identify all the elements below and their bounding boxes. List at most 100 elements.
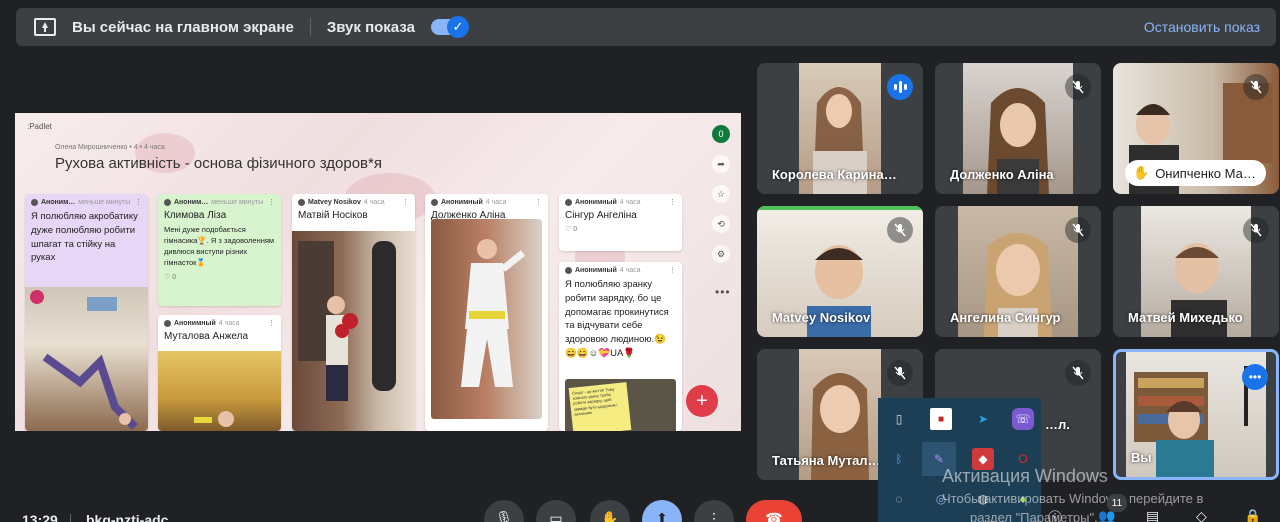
more-options-button[interactable]: ⋮ xyxy=(694,500,734,522)
sync-icon[interactable]: ◌ xyxy=(888,488,910,510)
like-count-badge[interactable]: 0 xyxy=(712,125,730,143)
leave-call-button[interactable]: ☎ xyxy=(746,500,802,522)
check-icon: ✓ xyxy=(446,16,469,38)
post-author: Аноним… xyxy=(174,198,209,206)
end-call-icon: ☎ xyxy=(765,510,783,522)
meeting-clock: 13:29 xyxy=(22,512,58,522)
padlet-post[interactable]: Анонимный 4 часа ⋮ Долженко Аліна xyxy=(425,194,548,431)
participant-name: Вы xyxy=(1131,450,1152,465)
heart-icon: ♡ xyxy=(565,226,572,233)
post-time: 4 часа xyxy=(218,319,240,327)
mic-off-icon xyxy=(887,217,913,243)
raise-hand-button[interactable]: ✋ xyxy=(590,500,630,522)
raised-hand-badge: ✋ Онипченко Ма… xyxy=(1125,160,1266,186)
participant-name: Matvey Nosikov xyxy=(772,310,871,325)
post-menu-icon[interactable]: ⋮ xyxy=(669,198,676,206)
participant-tile[interactable]: Долженко Аліна xyxy=(935,63,1101,194)
post-title: Муталова Анжела xyxy=(164,331,249,342)
banner-divider xyxy=(309,18,311,36)
avatar xyxy=(164,198,171,206)
mic-off-icon xyxy=(1243,217,1269,243)
participant-name: Королева Карина… xyxy=(772,167,897,182)
participant-tile[interactable]: Matvey Nosikov xyxy=(757,206,923,337)
padlet-post[interactable]: Аноним… меньше минуты ⋮ Я полюбляю акробат… xyxy=(25,194,148,431)
mic-off-icon xyxy=(887,360,913,386)
padlet-post[interactable]: Анонимный 4 часа ⋮ Сінгур Ангеліна ♡ 0 xyxy=(559,194,682,251)
avatar xyxy=(298,198,305,206)
post-menu-icon[interactable]: ⋮ xyxy=(268,198,275,206)
share-audio-label: Звук показа xyxy=(326,18,415,36)
post-time: 4 часа xyxy=(619,198,641,206)
speaking-indicator-icon xyxy=(887,74,913,100)
post-time: 4 часа xyxy=(619,266,641,274)
post-author: Аноним… xyxy=(41,198,76,206)
padlet-author: Олена Мирошниченко • 4 • 4 часа xyxy=(55,144,165,151)
post-time: меньше минуты xyxy=(211,198,264,206)
present-screen-icon xyxy=(34,18,56,36)
camera-icon: ▭ xyxy=(549,510,563,522)
padlet-post[interactable]: Аноним… меньше минуты ⋮ Климова Ліза Мені … xyxy=(158,194,281,306)
post-menu-icon[interactable]: ⋮ xyxy=(402,198,409,206)
activities-icon[interactable]: ◇ xyxy=(1196,508,1207,522)
share-icon[interactable]: ➦ xyxy=(712,155,730,173)
participant-tile-self[interactable]: ••• Вы xyxy=(1113,349,1279,480)
padlet-logo: :Padlet xyxy=(27,122,52,131)
post-menu-icon[interactable]: ⋮ xyxy=(268,319,275,327)
mic-off-icon xyxy=(1065,360,1091,386)
settings-icon[interactable]: ⚙ xyxy=(712,245,730,263)
avatar xyxy=(31,198,38,206)
post-likes[interactable]: ♡ 0 xyxy=(559,221,682,237)
post-photo[interactable]: Спорт - це життя! Тому кожного ранку тре… xyxy=(565,379,676,431)
post-author: Анонимный xyxy=(174,319,216,327)
post-photo[interactable] xyxy=(158,351,281,431)
participant-tile[interactable]: Ангелина Сингур xyxy=(935,206,1101,337)
telegram-icon[interactable]: ➤ xyxy=(972,408,994,430)
padlet-post[interactable]: Анонимный 4 часа ⋮ Я полюбляю зранку робит… xyxy=(559,262,682,431)
mic-icon: 🎙 xyxy=(495,510,513,522)
participant-name: Матвей Михедько xyxy=(1128,310,1243,325)
bluetooth-icon[interactable]: ᛒ xyxy=(888,448,910,470)
post-menu-icon[interactable]: ⋮ xyxy=(535,198,542,206)
post-photo[interactable] xyxy=(431,219,542,419)
post-time: меньше минуты xyxy=(78,198,131,206)
viber-icon[interactable]: ☏ xyxy=(1012,408,1034,430)
post-menu-icon[interactable]: ⋮ xyxy=(135,198,142,206)
post-photo[interactable] xyxy=(292,231,415,431)
mic-button[interactable]: 🎙 xyxy=(484,500,524,522)
more-vert-icon: ⋮ xyxy=(707,510,721,522)
present-button[interactable]: ⬆ xyxy=(642,500,682,522)
chat-icon[interactable]: ▤ xyxy=(1146,508,1159,522)
add-post-button[interactable]: + xyxy=(686,385,718,417)
security-icon[interactable]: ■ xyxy=(930,408,952,430)
post-menu-icon[interactable]: ⋮ xyxy=(669,266,676,274)
share-audio-toggle[interactable]: ✓ xyxy=(430,16,469,38)
post-photo[interactable] xyxy=(25,287,148,431)
participant-name: Долженко Аліна xyxy=(950,167,1054,182)
post-title: Климова Ліза xyxy=(164,210,227,221)
mic-off-icon xyxy=(1065,217,1091,243)
participant-tile[interactable]: Матвей Михедько xyxy=(1113,206,1279,337)
avatar xyxy=(565,198,572,206)
meeting-code: bkg-nzti-adc xyxy=(86,512,169,522)
star-icon[interactable]: ☆ xyxy=(712,185,730,203)
camera-button[interactable]: ▭ xyxy=(536,500,576,522)
participant-name: Ангелина Сингур xyxy=(950,310,1061,325)
post-body: Я полюбляю зранку робити зарядку, бо це … xyxy=(565,279,669,359)
padlet-post[interactable]: Matvey Nosikov 4 часа ⋮ Матвій Носіков xyxy=(292,194,415,431)
post-likes[interactable]: ♡ 0 xyxy=(158,269,281,285)
participant-tile[interactable]: ✋ Онипченко Ма… xyxy=(1113,63,1279,194)
padlet-post[interactable]: Анонимный 4 часа ⋮ Муталова Анжела xyxy=(158,315,281,431)
post-title: Сінгур Ангеліна xyxy=(565,210,637,221)
more-icon[interactable]: ••• xyxy=(715,285,731,299)
avatar xyxy=(431,198,438,206)
lock-icon[interactable]: 🔒 xyxy=(1244,508,1261,522)
post-body: Я полюбляю акробатику дуже полюбляю роби… xyxy=(31,211,138,264)
info-icon[interactable]: ⓘ xyxy=(1048,508,1062,522)
remake-icon[interactable]: ⟲ xyxy=(712,215,730,233)
stop-presenting-button[interactable]: Остановить показ xyxy=(1144,19,1260,35)
usb-icon[interactable]: ▯ xyxy=(888,408,910,430)
participant-tile[interactable]: Королева Карина… xyxy=(757,63,923,194)
like-count: 0 xyxy=(172,273,177,281)
avatar xyxy=(565,266,572,274)
more-options-icon[interactable]: ••• xyxy=(1242,364,1268,390)
